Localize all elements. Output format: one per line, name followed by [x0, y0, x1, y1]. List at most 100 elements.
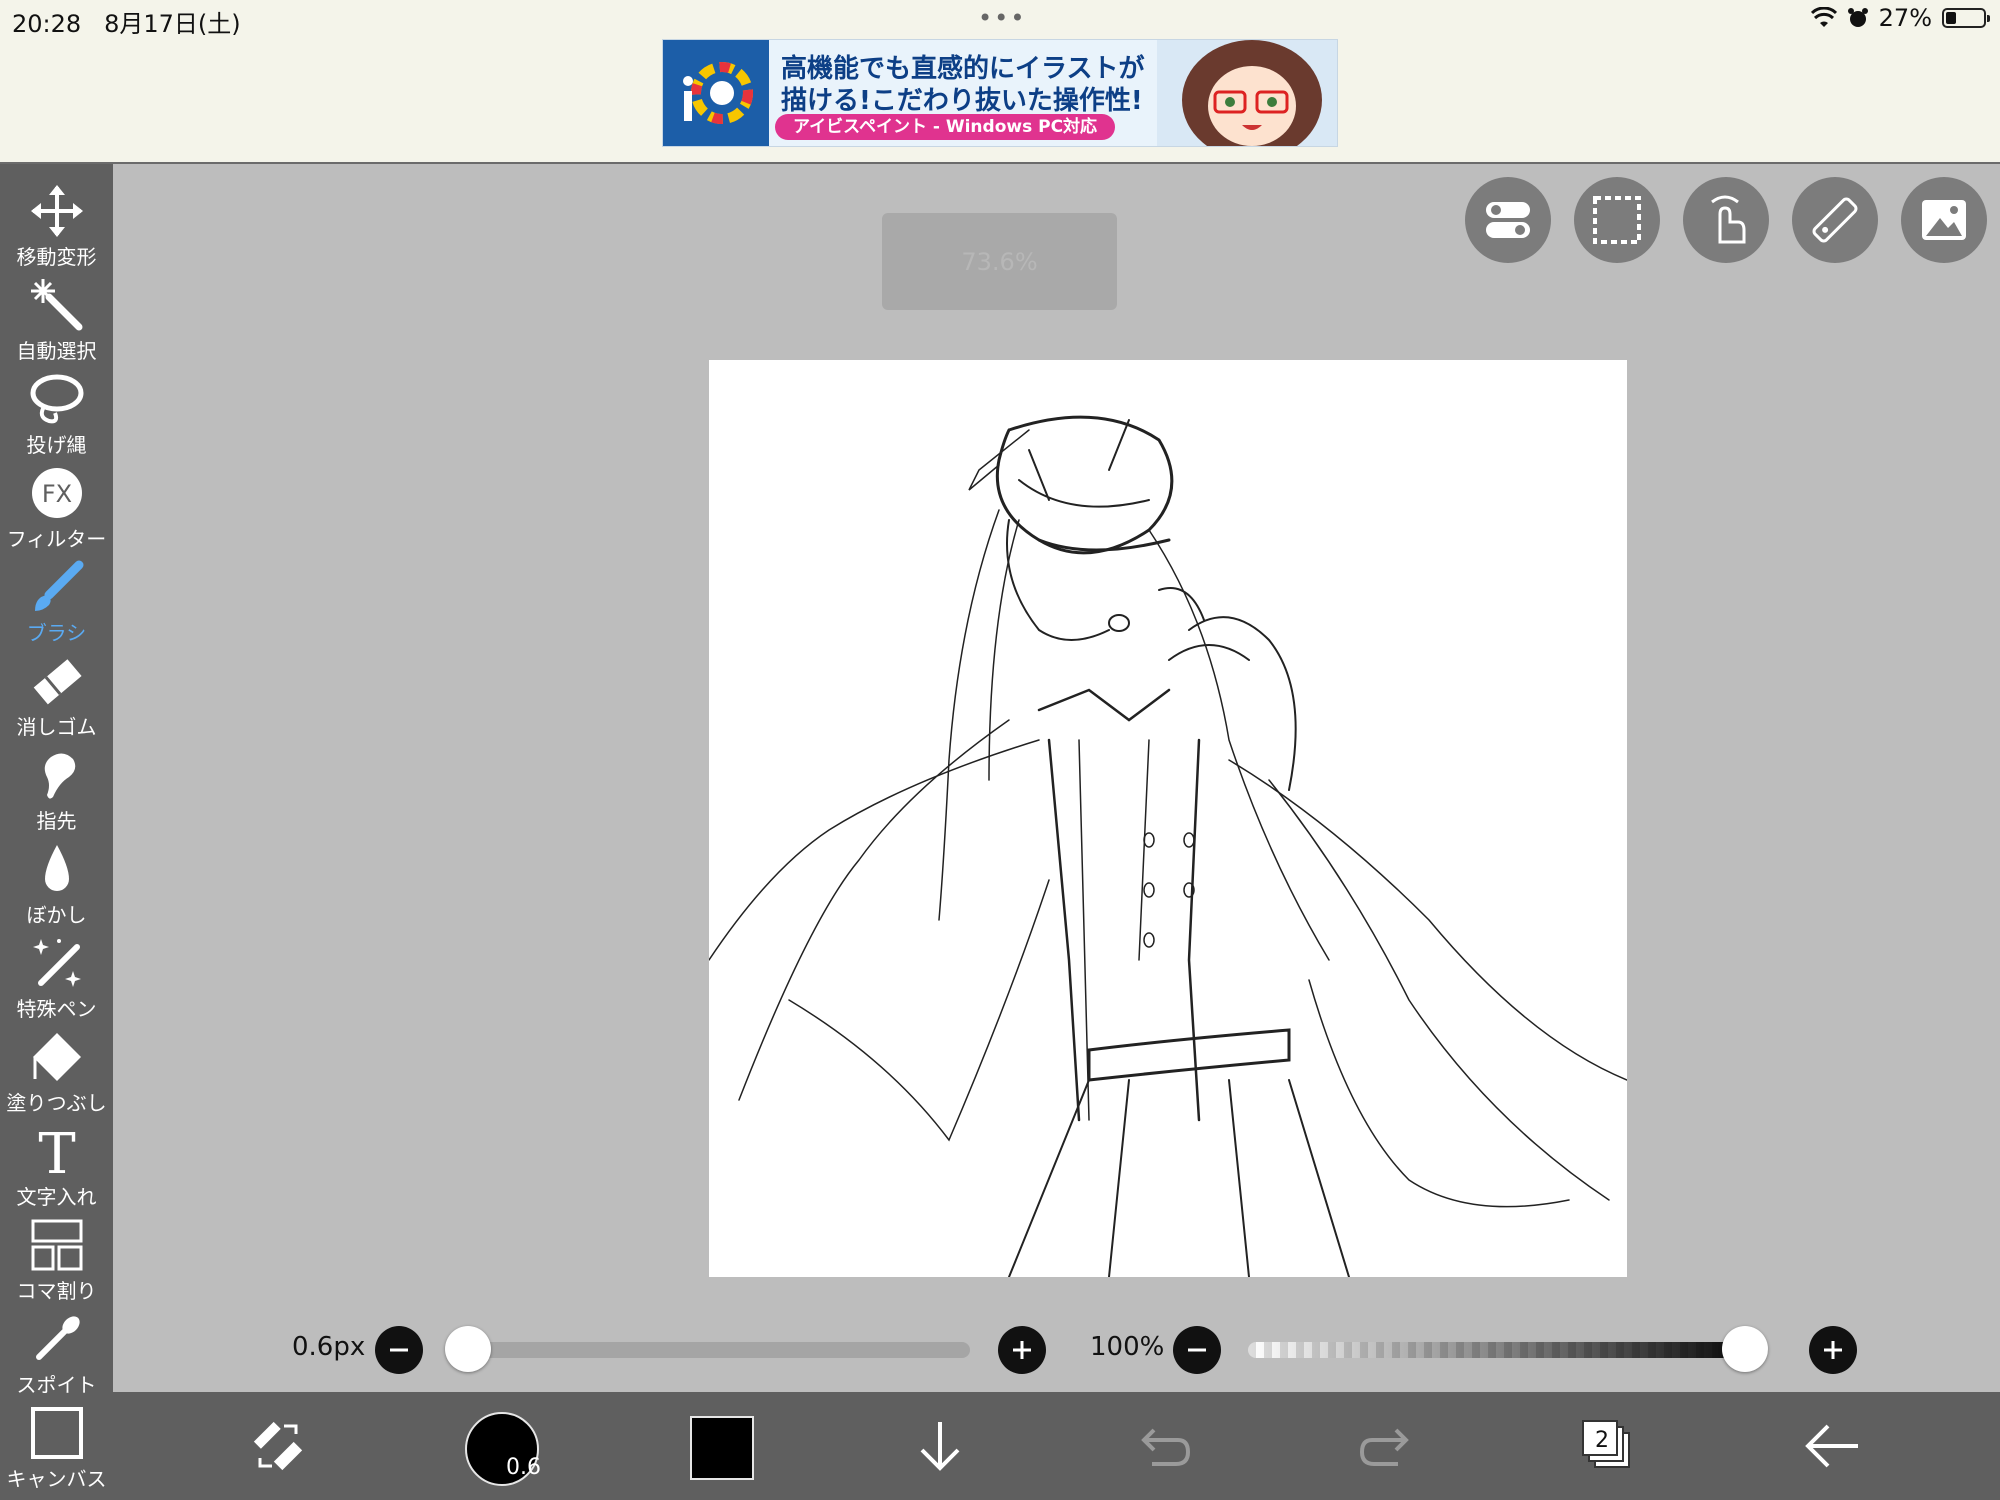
svg-text:FX: FX	[41, 480, 71, 508]
battery-percent: 27%	[1878, 4, 1932, 32]
layers-count: 2	[1595, 1427, 1609, 1453]
eyedropper-icon	[35, 1316, 80, 1360]
tool-label: 特殊ペン	[16, 997, 97, 1021]
current-color-swatch[interactable]	[690, 1416, 754, 1480]
wifi-icon	[1810, 7, 1837, 27]
zoom-indicator: 73.6%	[882, 213, 1117, 310]
ibispaint-logo	[663, 40, 769, 146]
tool-text[interactable]: T 文字入れ	[0, 1119, 113, 1213]
tool-auto-select[interactable]: 自動選択	[0, 273, 113, 367]
multitask-dots[interactable]: •••	[978, 4, 1026, 32]
tool-label: ブラシ	[26, 621, 87, 645]
lasso-icon	[30, 374, 83, 424]
frame-divider-icon	[31, 1219, 82, 1271]
ad-character-image	[1157, 40, 1337, 146]
text-icon: T	[38, 1123, 75, 1179]
bottom-toolbar	[113, 1392, 2000, 1500]
opacity-decrease-button[interactable]	[1173, 1326, 1221, 1374]
brush-size-slider-handle[interactable]	[445, 1326, 491, 1372]
tool-label: コマ割り	[16, 1279, 97, 1303]
brush-size-decrease-button[interactable]	[375, 1326, 423, 1374]
alarm-icon	[1847, 8, 1868, 27]
brush-size-indicator-value: 0.6	[506, 1455, 541, 1480]
smudge-icon	[44, 753, 75, 799]
plus-icon	[1013, 1341, 1031, 1359]
tool-label: キャンバス	[6, 1467, 107, 1491]
ad-tagline: アイビスペイント - Windows PC対応	[775, 114, 1116, 140]
tool-special-pen[interactable]: 特殊ペン	[0, 931, 113, 1025]
battery-icon	[1942, 8, 1990, 28]
brush-size-value: 0.6px	[292, 1332, 366, 1362]
tool-label: 投げ縄	[26, 433, 87, 457]
status-date: 8月17日(土)	[104, 10, 241, 38]
magic-wand-icon	[30, 279, 82, 331]
sketch-artwork	[709, 415, 1627, 1277]
move-icon	[30, 185, 83, 237]
tool-blur[interactable]: ぼかし	[0, 837, 113, 931]
ruler-button[interactable]	[1792, 177, 1878, 263]
layer-stack-front: 2	[1582, 1420, 1618, 1456]
brush-icon	[34, 560, 83, 611]
undo-button[interactable]	[1126, 1408, 1202, 1484]
ruler-icon	[1812, 197, 1858, 243]
tool-brush[interactable]: ブラシ	[0, 555, 113, 649]
tool-label: 文字入れ	[16, 1185, 97, 1209]
tool-eraser[interactable]: 消しゴム	[0, 649, 113, 743]
opacity-value: 100%	[1090, 1332, 1165, 1362]
gesture-button[interactable]	[1683, 177, 1769, 263]
ad-subheadline: 描ける!こだわり抜いた操作性!	[781, 86, 1143, 116]
layers-button[interactable]: 2	[1582, 1420, 1634, 1472]
tool-filter[interactable]: FX フィルター	[0, 461, 113, 555]
arrow-left-icon	[1805, 1424, 1858, 1468]
drawing-canvas[interactable]	[709, 360, 1627, 1277]
tool-label: 移動変形	[16, 245, 97, 269]
color-wheel-icon	[683, 62, 753, 124]
reference-image-button[interactable]	[1901, 177, 1987, 263]
tool-label: ぼかし	[26, 903, 87, 927]
opacity-increase-button[interactable]	[1809, 1326, 1857, 1374]
image-icon	[1922, 200, 1966, 240]
status-indicators: 27%	[1810, 4, 1990, 32]
download-button[interactable]	[902, 1408, 978, 1484]
settings-toggle-button[interactable]	[1465, 177, 1551, 263]
plus-icon	[1824, 1341, 1842, 1359]
tool-label: 指先	[36, 809, 77, 833]
toggle-icon	[1486, 202, 1530, 238]
tool-label: 消しゴム	[16, 715, 97, 739]
brush-size-indicator[interactable]: 0.6	[465, 1412, 541, 1486]
tool-fill[interactable]: 塗りつぶし	[0, 1025, 113, 1119]
selection-icon	[1593, 196, 1641, 244]
undo-icon	[1141, 1428, 1191, 1466]
redo-button[interactable]	[1348, 1408, 1424, 1484]
tool-label: スポイト	[16, 1373, 97, 1397]
brush-eraser-swap-icon	[253, 1421, 303, 1471]
selection-button[interactable]	[1574, 177, 1660, 263]
redo-icon	[1359, 1428, 1409, 1466]
arrow-down-icon	[920, 1422, 960, 1471]
tool-lasso[interactable]: 投げ縄	[0, 367, 113, 461]
canvas-icon	[30, 1407, 83, 1459]
eraser-icon	[33, 659, 82, 705]
tool-frame-divider[interactable]: コマ割り	[0, 1213, 113, 1307]
tool-smudge[interactable]: 指先	[0, 743, 113, 837]
fill-icon	[32, 1033, 81, 1081]
special-pen-icon	[32, 939, 81, 987]
back-button[interactable]	[1794, 1408, 1870, 1484]
minus-icon	[1188, 1348, 1206, 1352]
tool-eyedropper[interactable]: スポイト	[0, 1307, 113, 1401]
tool-canvas[interactable]: キャンバス	[0, 1401, 113, 1495]
tool-label: フィルター	[6, 527, 107, 551]
brush-size-increase-button[interactable]	[998, 1326, 1046, 1374]
status-bar: 20:28 8月17日(土) ••• 27% 高機能でも直感的にイラストが 描け…	[0, 0, 2000, 164]
minus-icon	[390, 1348, 408, 1352]
tool-label: 自動選択	[16, 339, 97, 363]
status-time: 20:28 8月17日(土)	[12, 10, 241, 38]
ad-banner[interactable]: 高機能でも直感的にイラストが 描ける!こだわり抜いた操作性! アイビスペイント …	[662, 39, 1338, 147]
opacity-slider-handle[interactable]	[1722, 1326, 1768, 1372]
tool-move-transform[interactable]: 移動変形	[0, 179, 113, 273]
brush-size-slider[interactable]	[445, 1342, 970, 1358]
blur-icon	[44, 845, 69, 891]
tool-sidebar: 移動変形 自動選択 投げ縄 FX フィルター ブラシ 消しゴム 指先 ぼかし 特…	[0, 164, 113, 1500]
opacity-slider[interactable]	[1248, 1342, 1768, 1358]
swap-tool-button[interactable]	[240, 1408, 316, 1484]
